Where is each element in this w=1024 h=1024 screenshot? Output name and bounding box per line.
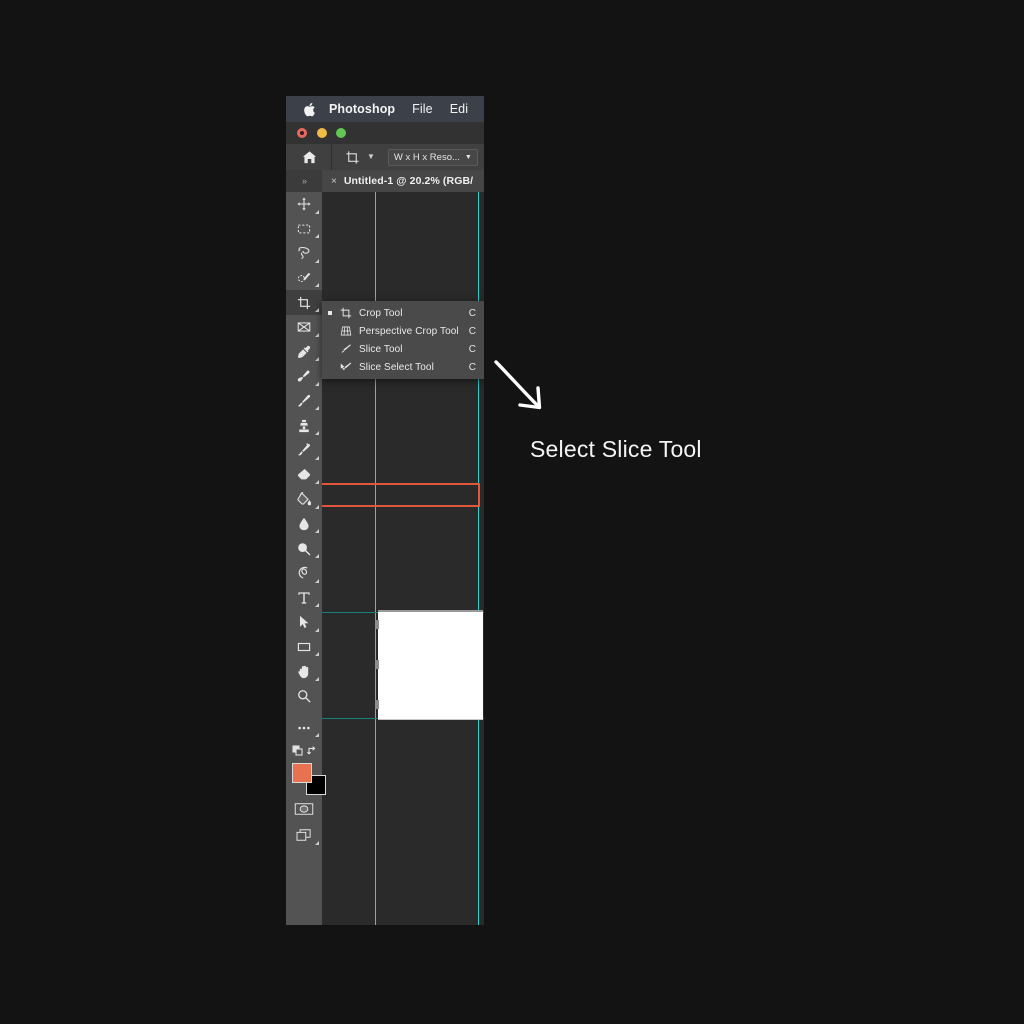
crop-tool-flyout-menu[interactable]: Crop Tool C Perspective Crop Tool C Slic…	[322, 301, 484, 379]
crop-tool-icon[interactable]	[344, 149, 360, 165]
zoom-traffic-light[interactable]	[336, 128, 346, 138]
chevron-down-icon: ▼	[464, 153, 472, 161]
perspective-crop-icon	[339, 324, 353, 338]
spot-healing-brush-tool[interactable]	[286, 364, 322, 389]
selected-bullet-icon	[328, 311, 332, 315]
quick-mask-button[interactable]	[286, 796, 322, 822]
menu-bar: Photoshop File Edi	[286, 96, 484, 122]
flyout-label: Perspective Crop Tool	[359, 325, 459, 337]
document-tab-title[interactable]: Untitled‑1 @ 20.2% (RGB/	[344, 175, 473, 187]
flyout-shortcut: C	[468, 325, 476, 337]
hand-tool[interactable]	[286, 659, 322, 684]
flyout-item-slice-select-tool[interactable]: Slice Select Tool C	[322, 358, 484, 376]
object-selection-tool[interactable]	[286, 266, 322, 291]
photoshop-window: Photoshop File Edi ▼ W x H x Reso... ▼ »…	[286, 96, 484, 925]
artboard-top-edge	[378, 610, 483, 612]
zoom-tool[interactable]	[286, 684, 322, 709]
type-tool[interactable]	[286, 586, 322, 611]
eyedropper-tool[interactable]	[286, 340, 322, 365]
lasso-tool[interactable]	[286, 241, 322, 266]
flyout-item-slice-tool[interactable]: Slice Tool C	[322, 340, 484, 358]
color-controls	[286, 740, 322, 762]
artboard-white-shape[interactable]	[375, 610, 483, 720]
apple-logo-icon[interactable]	[303, 102, 316, 117]
rectangular-marquee-tool[interactable]	[286, 217, 322, 242]
color-swatches	[286, 762, 326, 796]
flyout-label: Crop Tool	[359, 307, 403, 319]
crop-preset-value: W x H x Reso...	[393, 151, 460, 163]
menu-item-file[interactable]: File	[412, 102, 433, 116]
artboard-notch	[375, 620, 379, 629]
rectangle-tool[interactable]	[286, 635, 322, 660]
crop-preset-dropdown[interactable]: W x H x Reso... ▼	[387, 148, 478, 166]
annotation-text: Select Slice Tool	[530, 436, 702, 462]
screen-mode-button[interactable]	[286, 822, 322, 848]
edit-toolbar-button[interactable]	[286, 715, 322, 740]
artboard-notch	[375, 660, 379, 669]
tool-panel-expand-button[interactable]: »	[286, 170, 322, 192]
tools-panel	[286, 192, 326, 925]
dodge-tool[interactable]	[286, 536, 322, 561]
flyout-item-perspective-crop-tool[interactable]: Perspective Crop Tool C	[322, 322, 484, 340]
move-tool[interactable]	[286, 192, 322, 217]
gradient-tool[interactable]	[286, 487, 322, 512]
home-icon[interactable]	[302, 150, 317, 165]
flyout-shortcut: C	[468, 307, 476, 319]
flyout-shortcut: C	[468, 343, 476, 355]
brush-tool[interactable]	[286, 389, 322, 414]
flyout-shortcut: C	[468, 361, 476, 373]
crop-tool[interactable]	[286, 290, 322, 315]
double-chevron-icon: »	[301, 176, 307, 186]
eraser-tool[interactable]	[286, 463, 322, 488]
title-bar	[286, 122, 484, 144]
artboard-notch	[375, 700, 379, 709]
minimize-traffic-light[interactable]	[317, 128, 327, 138]
options-bar: ▼ W x H x Reso... ▼	[286, 144, 484, 170]
crop-icon	[339, 306, 353, 320]
blur-tool[interactable]	[286, 512, 322, 537]
close-icon[interactable]: ×	[331, 176, 337, 187]
curved-arrow-icon	[494, 358, 558, 422]
path-selection-tool[interactable]	[286, 610, 322, 635]
flyout-label: Slice Tool	[359, 343, 403, 355]
slice-select-icon	[339, 360, 353, 374]
pen-tool[interactable]	[286, 561, 322, 586]
flyout-label: Slice Select Tool	[359, 361, 434, 373]
options-separator	[331, 144, 332, 170]
artboard-bottom-edge	[378, 719, 483, 720]
frame-tool[interactable]	[286, 315, 322, 340]
chevron-down-icon[interactable]: ▼	[367, 153, 375, 161]
flyout-item-crop-tool[interactable]: Crop Tool C	[322, 304, 484, 322]
slice-icon	[339, 342, 353, 356]
menu-item-photoshop[interactable]: Photoshop	[329, 102, 395, 116]
clone-stamp-tool[interactable]	[286, 413, 322, 438]
document-tab-bar: × Untitled‑1 @ 20.2% (RGB/	[322, 170, 484, 192]
history-brush-tool[interactable]	[286, 438, 322, 463]
screenshot-root: Photoshop File Edi ▼ W x H x Reso... ▼ »…	[0, 0, 1024, 1024]
menu-item-edit[interactable]: Edi	[450, 102, 468, 116]
foreground-color-swatch[interactable]	[292, 763, 312, 784]
slice-selection-rectangle[interactable]	[322, 483, 480, 507]
close-traffic-light[interactable]	[297, 128, 307, 138]
